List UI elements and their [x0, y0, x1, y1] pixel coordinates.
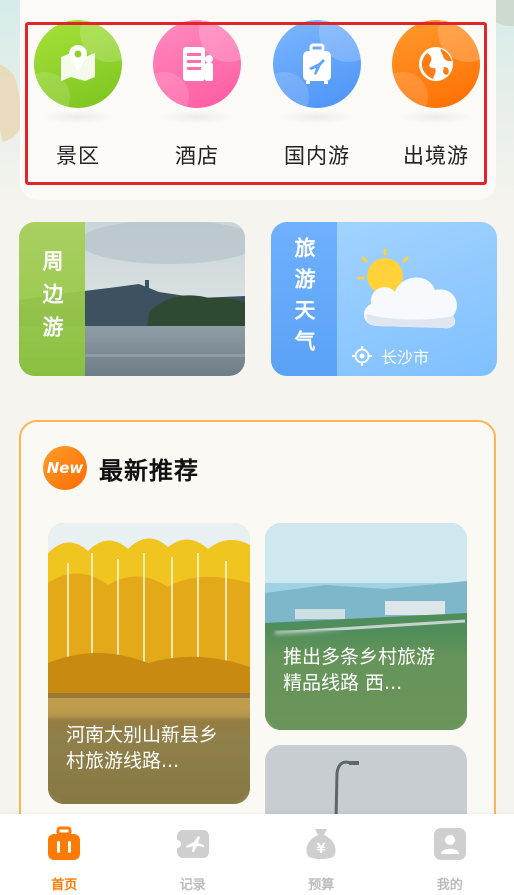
- weather-label: 旅游天气: [292, 237, 316, 361]
- tab-label: 记录: [179, 878, 206, 893]
- tab-label: 我的: [436, 878, 463, 893]
- weather-label-tag: 旅游天气: [271, 222, 337, 376]
- locate-icon: [352, 346, 372, 366]
- tab-mine[interactable]: 我的: [400, 814, 500, 893]
- plane-ticket-icon: [173, 824, 213, 864]
- weather-location[interactable]: 长沙市: [351, 344, 429, 368]
- recommend-card[interactable]: 河南大别山新县乡村旅游线路...: [48, 523, 250, 804]
- travel-weather-card[interactable]: 旅游天气 长沙市: [271, 222, 497, 376]
- recommend-header: New 最新推荐: [43, 446, 199, 490]
- nearby-travel-card[interactable]: 周边游: [19, 222, 245, 376]
- recommend-title: 最新推荐: [99, 456, 199, 485]
- new-badge-icon: New: [43, 446, 87, 490]
- tab-label: 首页: [51, 878, 78, 893]
- nearby-label: 周边游: [40, 249, 64, 349]
- nearby-label-tag: 周边游: [19, 222, 85, 376]
- weather-city-name: 长沙市: [381, 348, 430, 367]
- money-bag-icon: ¥: [301, 824, 341, 864]
- tab-budget[interactable]: ¥ 预算: [271, 814, 371, 893]
- tab-home[interactable]: 首页: [14, 814, 114, 893]
- tab-label: 预算: [308, 878, 335, 893]
- svg-text:¥: ¥: [317, 842, 326, 857]
- recommend-caption: 河南大别山新县乡村旅游线路...: [48, 708, 250, 804]
- user-icon: [430, 824, 470, 864]
- sun-cloud-icon: [357, 248, 457, 329]
- recommend-caption: 推出多条乡村旅游精品线路 西...: [265, 630, 467, 730]
- bottom-tab-bar: 首页 记录 ¥ 预算 我的: [0, 814, 514, 895]
- recommend-card[interactable]: 推出多条乡村旅游精品线路 西...: [265, 523, 467, 730]
- tab-records[interactable]: 记录: [143, 814, 243, 893]
- suitcase-icon: [44, 824, 84, 864]
